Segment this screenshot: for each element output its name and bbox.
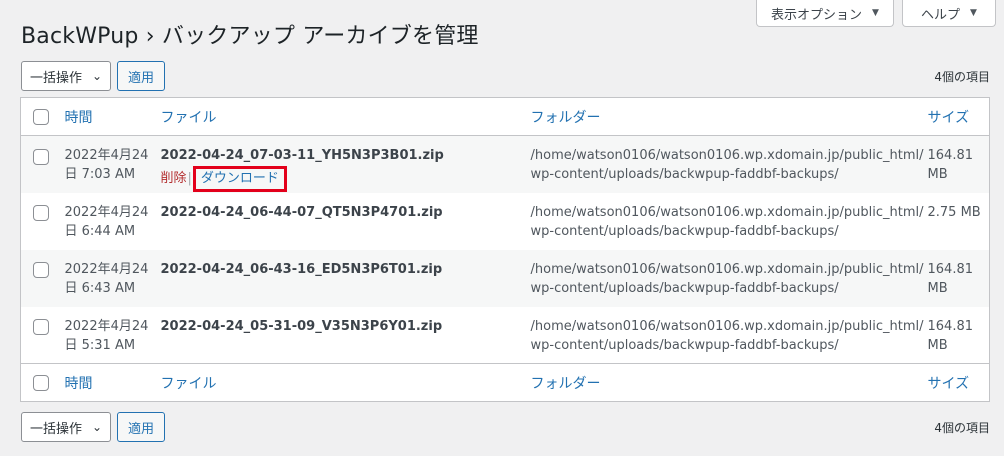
file-name: 2022-04-24_05-31-09_V35N3P6Y01.zip xyxy=(160,318,443,334)
row-checkbox[interactable] xyxy=(33,148,49,165)
folder-path-line2: wp-content/uploads/backwpup-faddbf-backu… xyxy=(530,337,839,353)
download-link[interactable]: ダウンロード xyxy=(192,166,287,192)
size-cell: 164.81 MB xyxy=(927,148,974,182)
size-cell: 2.75 MB xyxy=(927,204,981,220)
time-date: 2022年4月24 xyxy=(64,261,149,277)
folder-path-line1: /home/watson0106/watson0106.wp.xdomain.j… xyxy=(530,318,924,334)
file-cell: 2022-04-24_06-44-07_QT5N3P4701.zip xyxy=(157,193,527,250)
folder-path-line1: /home/watson0106/watson0106.wp.xdomain.j… xyxy=(530,148,924,163)
time-date: 2022年4月24 xyxy=(64,148,149,163)
row-select-cell xyxy=(21,136,61,193)
time-cell: 2022年4月24 日 5:31 AM xyxy=(61,307,157,364)
folder-cell: /home/watson0106/watson0106.wp.xdomain.j… xyxy=(527,193,924,250)
folder-path-line2: wp-content/uploads/backwpup-faddbf-backu… xyxy=(530,223,839,239)
bulk-action-select[interactable]: 一括操作 ⌄ xyxy=(21,61,111,91)
row-checkbox[interactable] xyxy=(33,319,49,335)
screen-meta: 表示オプション ▼ ヘルプ ▼ xyxy=(756,0,996,27)
file-cell: 2022-04-24_05-31-09_V35N3P6Y01.zip xyxy=(157,307,527,364)
column-header-size[interactable]: サイズ xyxy=(924,98,990,136)
row-select-cell xyxy=(21,193,61,250)
column-footer-time[interactable]: 時間 xyxy=(61,364,157,402)
folder-cell: /home/watson0106/watson0106.wp.xdomain.j… xyxy=(527,136,924,193)
screen-options-button[interactable]: 表示オプション ▼ xyxy=(756,0,894,27)
page-title: BackWPup › バックアップ アーカイブを管理 xyxy=(21,24,479,49)
bulk-action-label: 一括操作 xyxy=(30,70,83,86)
table-row: 2022年4月24 日 6:44 AM 2022-04-24_06-44-07_… xyxy=(21,193,990,250)
select-all-checkbox[interactable] xyxy=(33,374,49,391)
column-footer-folder[interactable]: フォルダー xyxy=(527,364,924,402)
row-actions: 削除| ダウンロード xyxy=(161,166,527,192)
item-count: 4個の項目 xyxy=(934,420,990,435)
backup-archive-table: 時間 ファイル フォルダー サイズ 2022年4月24 日 7:03 AM 20… xyxy=(20,97,990,402)
file-name: 2022-04-24_06-44-07_QT5N3P4701.zip xyxy=(160,204,443,220)
table-footer-row: 時間 ファイル フォルダー サイズ xyxy=(20,363,990,402)
folder-cell: /home/watson0106/watson0106.wp.xdomain.j… xyxy=(527,250,924,307)
table-header-row: 時間 ファイル フォルダー サイズ xyxy=(20,98,990,136)
bulk-action-label: 一括操作 xyxy=(30,421,83,437)
time-cell: 2022年4月24 日 7:03 AM xyxy=(61,136,157,193)
file-name: 2022-04-24_06-43-16_ED5N3P6T01.zip xyxy=(160,261,443,277)
column-footer-file[interactable]: ファイル xyxy=(157,364,527,402)
time-cell: 2022年4月24 日 6:44 AM xyxy=(61,193,157,250)
action-separator: | xyxy=(187,171,192,186)
time-date: 2022年4月24 xyxy=(64,204,149,220)
apply-button[interactable]: 適用 xyxy=(117,61,165,91)
row-select-cell xyxy=(21,250,61,307)
tablenav-top: 一括操作 ⌄ 適用 4個の項目 xyxy=(21,61,990,91)
time-clock: 日 6:44 AM xyxy=(64,223,136,239)
chevron-down-icon: ⌄ xyxy=(91,420,102,434)
folder-path-line2: wp-content/uploads/backwpup-faddbf-backu… xyxy=(530,167,839,182)
size-cell: 164.81 MB xyxy=(927,318,974,353)
column-header-file[interactable]: ファイル xyxy=(157,98,527,136)
time-clock: 日 5:31 AM xyxy=(64,337,136,353)
size-cell: 164.81 MB xyxy=(927,261,974,296)
table-row: 2022年4月24 日 5:31 AM 2022-04-24_05-31-09_… xyxy=(21,307,990,364)
row-checkbox[interactable] xyxy=(33,262,49,278)
column-header-folder[interactable]: フォルダー xyxy=(527,98,924,136)
file-cell: 2022-04-24_06-43-16_ED5N3P6T01.zip xyxy=(157,250,527,307)
file-cell: 2022-04-24_07-03-11_YH5N3P3B01.zip 削除| ダウ… xyxy=(157,136,527,193)
table-row: 2022年4月24 日 7:03 AM 2022-04-24_07-03-11_… xyxy=(20,135,990,193)
time-date: 2022年4月24 xyxy=(64,318,149,334)
column-footer-size[interactable]: サイズ xyxy=(924,364,990,402)
select-all-cell xyxy=(21,364,61,402)
chevron-down-icon: ⌄ xyxy=(91,69,102,83)
row-select-cell xyxy=(21,307,61,364)
time-clock: 日 7:03 AM xyxy=(64,167,136,182)
time-clock: 日 6:43 AM xyxy=(64,280,136,296)
table-row: 2022年4月24 日 6:43 AM 2022-04-24_06-43-16_… xyxy=(20,249,990,307)
folder-path-line1: /home/watson0106/watson0106.wp.xdomain.j… xyxy=(530,204,924,220)
caret-down-icon: ▼ xyxy=(970,8,977,18)
row-checkbox[interactable] xyxy=(33,205,49,221)
select-all-cell xyxy=(21,98,61,136)
select-all-checkbox[interactable] xyxy=(33,108,49,125)
bulk-action-select[interactable]: 一括操作 ⌄ xyxy=(21,412,111,442)
item-count: 4個の項目 xyxy=(934,69,990,84)
help-button[interactable]: ヘルプ ▼ xyxy=(902,0,996,27)
apply-button[interactable]: 適用 xyxy=(117,412,165,442)
tablenav-bottom: 一括操作 ⌄ 適用 4個の項目 xyxy=(21,412,990,442)
folder-cell: /home/watson0106/watson0106.wp.xdomain.j… xyxy=(527,307,924,364)
file-name: 2022-04-24_07-03-11_YH5N3P3B01.zip xyxy=(160,148,444,163)
folder-path-line2: wp-content/uploads/backwpup-faddbf-backu… xyxy=(530,280,839,296)
help-label: ヘルプ xyxy=(921,7,961,23)
column-header-time[interactable]: 時間 xyxy=(61,98,157,136)
delete-link[interactable]: 削除 xyxy=(161,171,187,186)
caret-down-icon: ▼ xyxy=(872,8,879,18)
screen-options-label: 表示オプション xyxy=(771,7,863,23)
time-cell: 2022年4月24 日 6:43 AM xyxy=(61,250,157,307)
folder-path-line1: /home/watson0106/watson0106.wp.xdomain.j… xyxy=(530,261,924,277)
